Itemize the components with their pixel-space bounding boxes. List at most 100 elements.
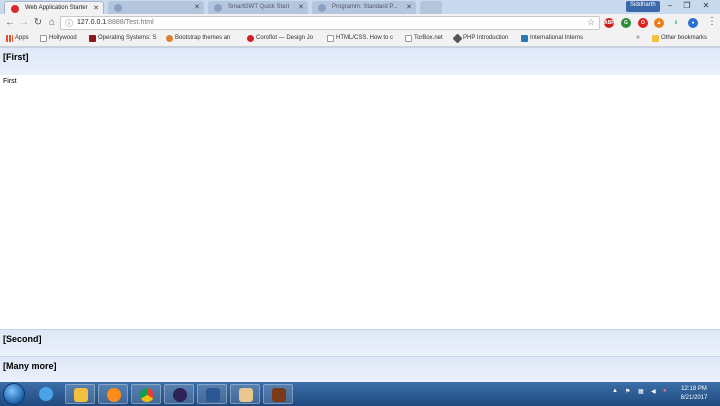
tab-2[interactable]: ✕ [108,1,204,14]
close-window-icon[interactable]: ✕ [699,0,713,12]
section-content-first: First [3,78,17,85]
info-icon[interactable]: ⓘ [65,18,73,29]
flame-extension-icon[interactable]: ▲ [654,18,664,28]
tab-web-application-starter[interactable]: Web Application Starter ✕ [4,1,104,14]
start-button[interactable] [3,383,25,405]
taskbar-app[interactable] [263,384,293,404]
adblock-plus-icon[interactable]: ABP [604,18,615,28]
tab-4[interactable]: Programm: Standard P... ✕ [312,1,416,14]
bookmark-bootstrap-themes[interactable]: Bootstrap themes an [166,35,231,42]
section-header-first[interactable]: [First] [0,47,720,75]
is-logo-icon [521,35,528,42]
menu-icon[interactable]: ⋮ [707,16,717,27]
taskbar-explorer[interactable] [65,384,95,404]
forward-icon[interactable]: → [17,16,31,30]
taskbar-media-player[interactable] [98,384,128,404]
tray-chevron-icon[interactable]: ▲ [612,388,618,394]
system-clock[interactable]: 12:18 PM 8/21/2017 [676,385,712,403]
taskbar-ie[interactable] [31,384,61,404]
opera-extension-icon[interactable]: O [638,18,648,28]
section-title: [Second] [3,334,42,344]
bookmark-hollywood[interactable]: Hollywood [40,35,77,42]
browser-title-bar: Web Application Starter ✕ ✕ SmartGWT Qui… [0,0,720,14]
taskbar-eclipse[interactable] [164,384,194,404]
page-icon [405,35,412,42]
chevron-more-icon[interactable]: » [636,34,640,41]
download-extension-icon[interactable]: ⇩ [671,18,681,28]
php-icon [452,33,463,44]
tray-network-icon[interactable]: ▦ [638,388,644,395]
page-icon [318,4,326,12]
other-bookmarks[interactable]: Other bookmarks [652,35,708,42]
windows-taskbar: ▲ ⚑ ▦ ◀ ● 12:18 PM 8/21/2017 [0,382,720,406]
bookmark-label: Apps [15,35,29,41]
apps-grid-icon [6,35,13,42]
page-icon [327,35,334,42]
bookmark-label: Bootstrap themes an [175,35,231,41]
app-icon [272,388,286,402]
tab-3[interactable]: SmartGWT Quick Start ✕ [208,1,308,14]
bookmark-label: Operating Systems: S [98,35,157,41]
browser-toolbar: ← → ↻ ⌂ ⓘ 127.0.0.1:8888/Test.html ☆ ABP… [0,14,720,32]
bookmark-php-introduction[interactable]: PHP Introduction [452,33,509,44]
coroflot-icon [247,35,254,42]
taskbar-paint[interactable] [230,384,260,404]
section-header-many-more[interactable]: [Many more] [0,356,720,382]
bookmark-label: International Interns [530,35,584,41]
bookmark-label: Hollywood [49,35,77,41]
bookmark-label: Coroflot — Design Jo [256,35,314,41]
bookmark-apps[interactable]: Apps [6,35,29,42]
bookmark-star-icon[interactable]: ☆ [587,17,595,28]
bookmark-label: PHP Introduction [463,35,509,41]
gwt-favicon-icon [11,5,19,13]
bookmark-html-css[interactable]: HTML/CSS. How to c [327,35,394,42]
url-host: 127.0.0.1 [77,19,107,26]
clock-time: 12:18 PM [681,386,707,392]
paint-icon [239,388,253,402]
url-rest: :8888/Test.html [106,19,154,26]
m-logo-icon [89,35,96,42]
extension-blue-icon[interactable]: ● [688,18,698,28]
section-header-second[interactable]: [Second] [0,329,720,356]
minimize-icon[interactable]: – [663,0,677,12]
tray-app-icon[interactable]: ● [663,388,667,394]
back-icon[interactable]: ← [3,16,17,30]
bookmark-international-interns[interactable]: International Interns [521,35,584,42]
bookmark-torbox[interactable]: TorBox.net [405,35,443,42]
address-bar[interactable]: ⓘ 127.0.0.1:8888/Test.html ☆ [60,16,600,30]
section-title: [Many more] [3,361,57,371]
taskbar-chrome[interactable] [131,384,161,404]
extension-green-icon[interactable]: G [621,18,631,28]
page-icon [214,4,222,12]
close-icon[interactable]: ✕ [298,3,304,11]
other-bookmarks-label: Other bookmarks [661,35,708,41]
tab-label: Web Application Starter [25,5,88,11]
home-icon[interactable]: ⌂ [45,16,59,30]
bookmark-operating-systems[interactable]: Operating Systems: S [89,35,157,42]
close-icon[interactable]: ✕ [406,3,412,11]
page-icon [40,35,47,42]
internet-explorer-icon [39,387,53,401]
bookmark-label: HTML/CSS. How to c [336,35,394,41]
new-tab-button[interactable] [420,1,442,14]
tray-flag-icon[interactable]: ⚑ [625,388,630,395]
reload-icon[interactable]: ↻ [31,16,45,30]
bootstrap-icon [166,35,173,42]
taskbar-word[interactable] [197,384,227,404]
maximize-icon[interactable]: ❐ [680,0,694,12]
url-text: 127.0.0.1:8888/Test.html [77,19,154,26]
tab-label: Programm: Standard P... [332,4,398,10]
clock-date: 8/21/2017 [680,395,708,401]
profile-button[interactable]: Siddharth [626,1,660,12]
bookmark-label: TorBox.net [414,35,443,41]
eclipse-icon [173,388,187,402]
tab-label: SmartGWT Quick Start [228,4,290,10]
chrome-icon [140,388,154,402]
section-title: [First] [3,52,29,62]
tray-volume-icon[interactable]: ◀ [651,388,656,395]
bookmark-coroflot[interactable]: Coroflot — Design Jo [247,35,314,42]
word-icon [206,388,220,402]
close-icon[interactable]: ✕ [93,4,99,12]
close-icon[interactable]: ✕ [194,3,200,11]
media-player-icon [107,388,121,402]
